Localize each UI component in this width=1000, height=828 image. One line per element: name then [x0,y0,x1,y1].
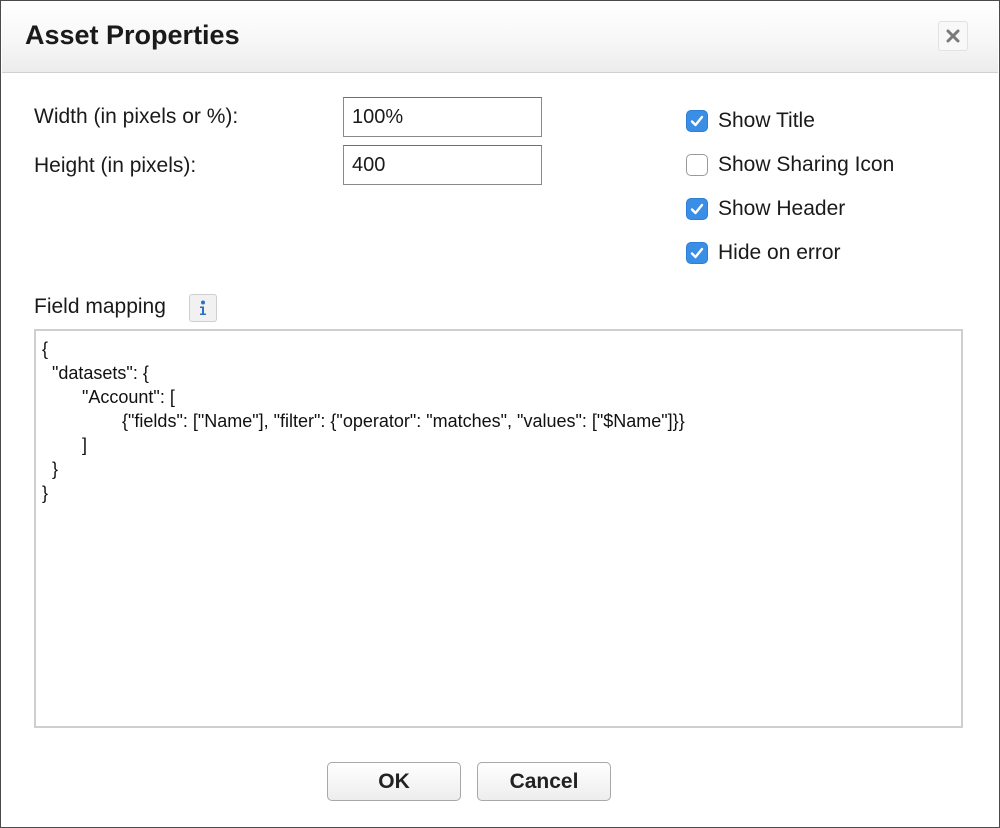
width-label: Width (in pixels or %): [34,105,239,128]
field-mapping-info-button[interactable] [189,294,217,322]
hide-on-error-checkbox[interactable] [686,242,708,264]
width-input[interactable] [343,97,542,137]
field-mapping-label: Field mapping [34,295,166,318]
close-button[interactable] [938,21,968,51]
checkmark-icon [690,203,704,215]
field-mapping-editor[interactable]: { "datasets": { "Account": [ {"fields": … [34,329,963,728]
close-icon [946,29,960,43]
dialog-header: Asset Properties [2,2,998,73]
ok-button[interactable]: OK [327,762,461,801]
hide-on-error-label: Hide on error [718,241,841,264]
show-sharing-icon-option[interactable]: Show Sharing Icon [686,152,894,178]
show-title-option[interactable]: Show Title [686,108,815,134]
show-header-label: Show Header [718,197,846,220]
info-icon [200,300,206,315]
show-title-label: Show Title [718,109,815,132]
show-sharing-icon-checkbox[interactable] [686,154,708,176]
asset-properties-dialog: Asset Properties Width (in pixels or %):… [0,0,1000,828]
show-sharing-icon-label: Show Sharing Icon [718,153,895,176]
show-title-checkbox[interactable] [686,110,708,132]
cancel-button[interactable]: Cancel [477,762,611,801]
dialog-title: Asset Properties [25,20,240,50]
hide-on-error-option[interactable]: Hide on error [686,240,841,266]
show-header-option[interactable]: Show Header [686,196,845,222]
checkmark-icon [690,115,704,127]
checkmark-icon [690,247,704,259]
height-label: Height (in pixels): [34,154,197,177]
show-header-checkbox[interactable] [686,198,708,220]
height-input[interactable] [343,145,542,185]
